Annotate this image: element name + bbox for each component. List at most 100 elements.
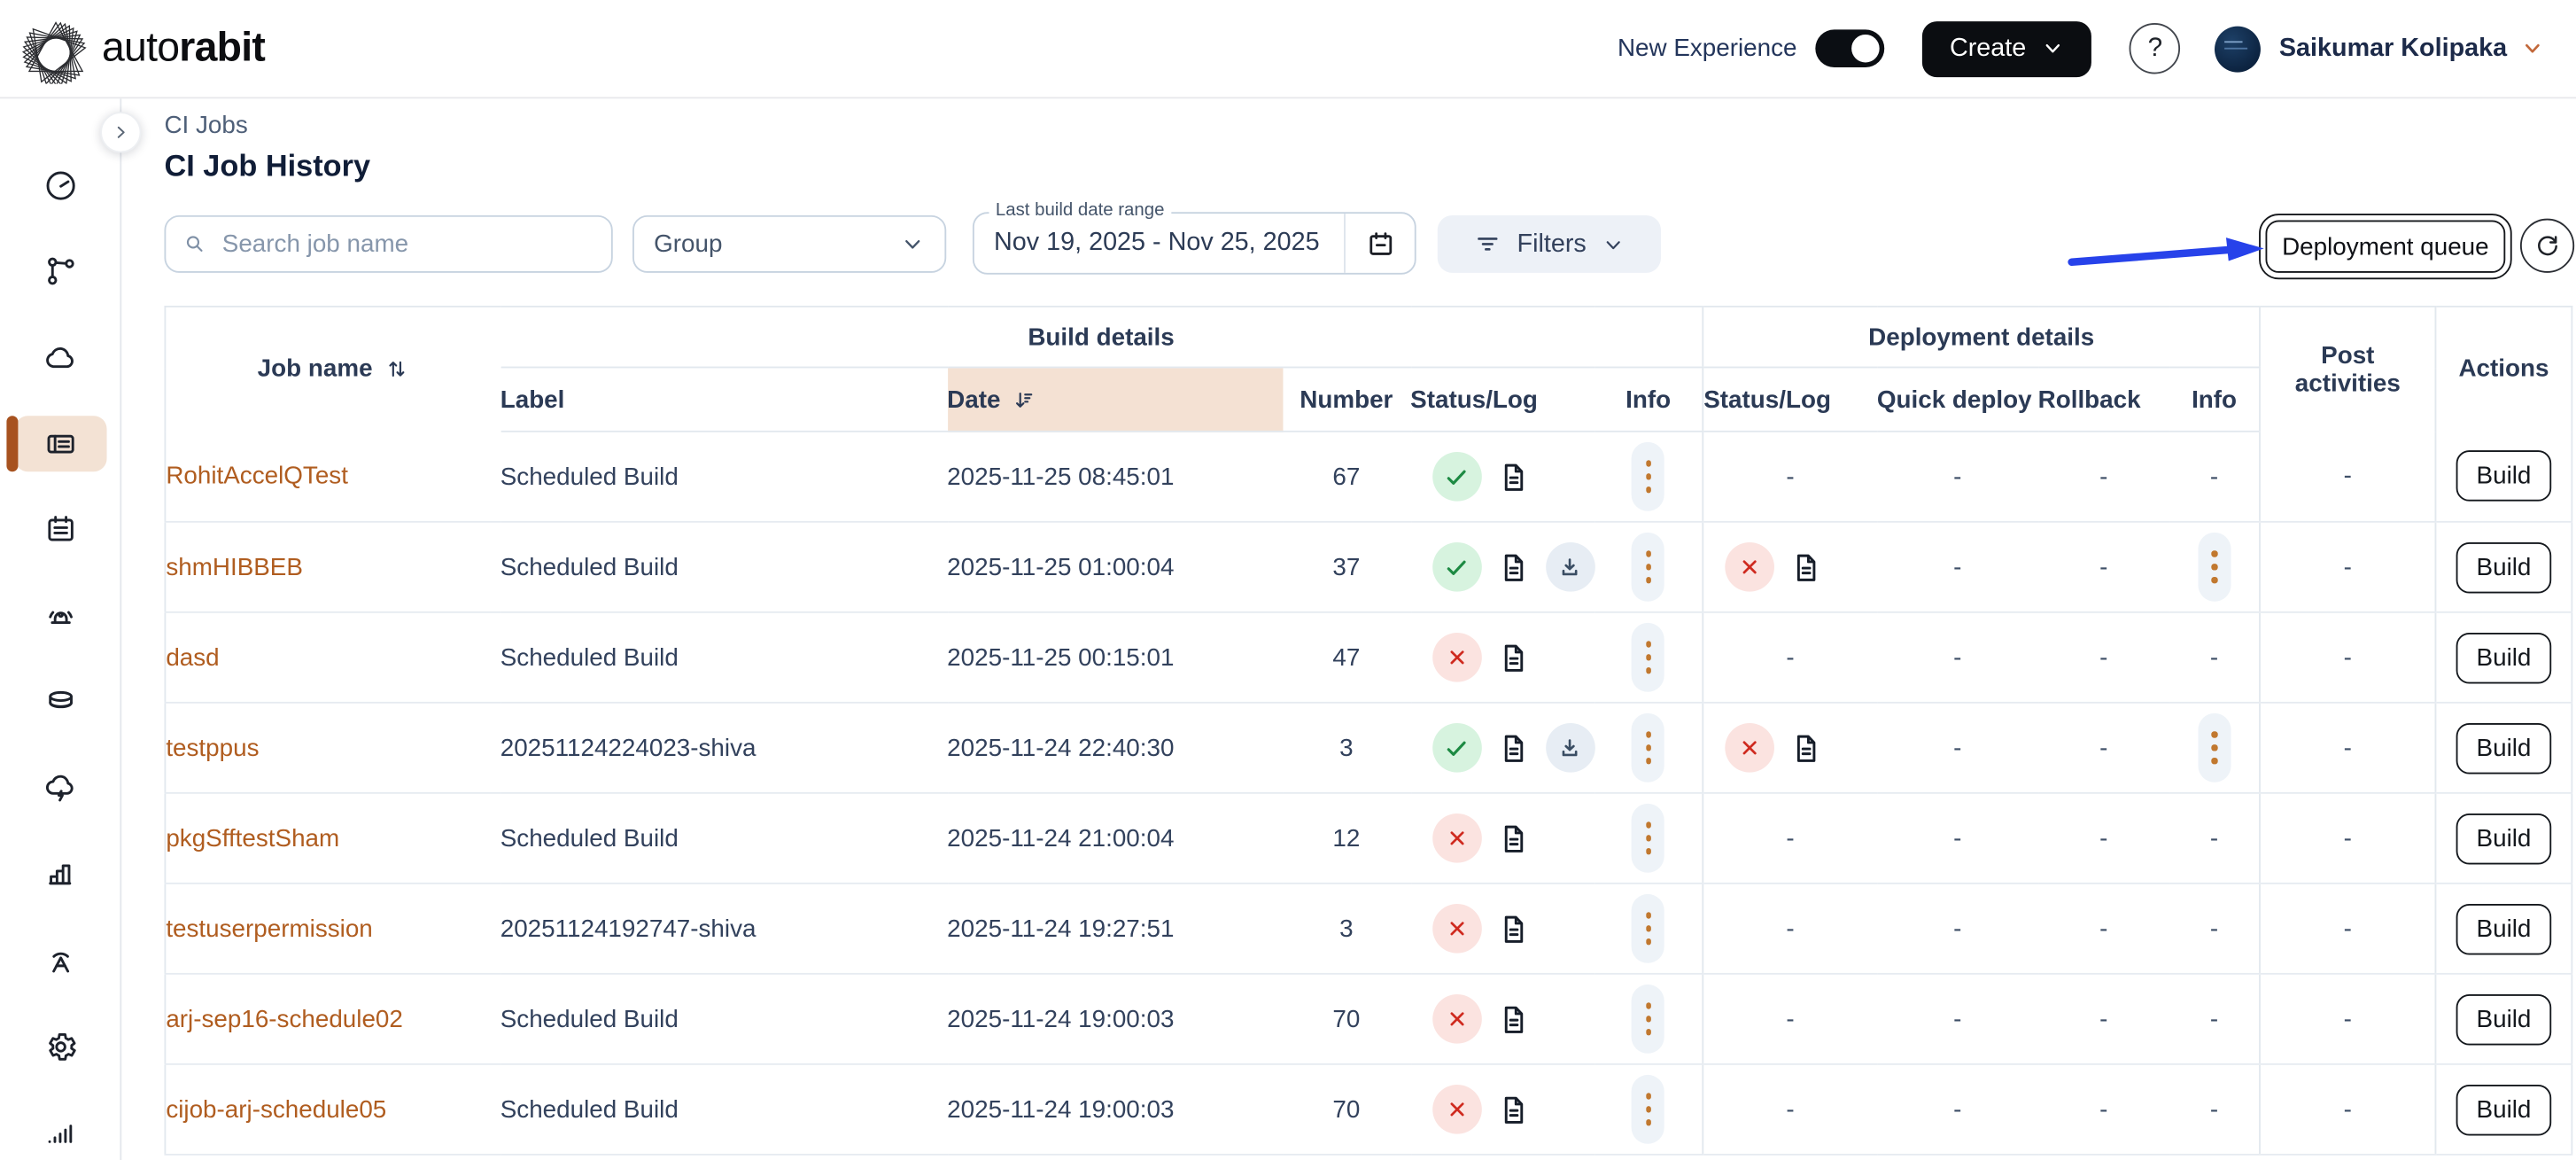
empty-value: - (1786, 824, 1795, 852)
build-log-icon[interactable] (1496, 640, 1531, 674)
build-button[interactable]: Build (2456, 903, 2552, 954)
job-name-link[interactable]: pkgSfftestSham (166, 824, 339, 852)
build-status-cell (1410, 883, 1594, 975)
build-button[interactable]: Build (2456, 450, 2552, 502)
job-name-link[interactable]: RohitAccelQTest (166, 463, 348, 491)
build-button[interactable]: Build (2456, 813, 2552, 864)
build-more-options-icon[interactable] (1632, 441, 1665, 511)
column-header-job-name[interactable]: Job name (165, 307, 500, 432)
build-log-icon[interactable] (1496, 730, 1531, 765)
deployment-queue-button[interactable]: Deployment queue (2259, 214, 2512, 280)
quick-deploy-cell: - (1876, 883, 2038, 975)
post-activities-cell: - (2259, 1063, 2436, 1156)
deployment-status-cell (1702, 702, 1877, 794)
sidebar-item-dashboard[interactable] (14, 158, 106, 213)
job-name-link[interactable]: shmHIBBEB (166, 553, 303, 581)
empty-value: - (1786, 643, 1795, 672)
siren-icon (48, 611, 73, 624)
sidebar-item-ci-jobs[interactable] (5, 416, 106, 473)
build-more-options-icon[interactable] (1632, 712, 1665, 782)
build-label-cell: Scheduled Build (500, 1063, 948, 1156)
sidebar-item-database[interactable] (14, 674, 106, 729)
sidebar-item-cloud-sync[interactable] (14, 761, 106, 816)
build-log-icon[interactable] (1496, 549, 1531, 584)
build-more-options-icon[interactable] (1632, 622, 1665, 692)
search-job-input[interactable] (219, 228, 595, 261)
build-log-icon[interactable] (1496, 459, 1531, 494)
deployment-status-cell: - (1702, 431, 1877, 523)
job-name-link[interactable]: arj-sep16-schedule02 (166, 1005, 403, 1033)
chevron-down-icon (905, 240, 920, 249)
build-log-icon[interactable] (1496, 911, 1531, 946)
sidebar-item-alerts[interactable] (14, 588, 106, 643)
column-header-build-status-log: Status/Log (1410, 367, 1594, 432)
ci-job-history-table: Job name Build details Deployment detail… (164, 305, 2573, 1156)
build-button[interactable]: Build (2456, 1084, 2552, 1135)
deployment-more-options-icon[interactable] (2198, 712, 2231, 782)
quick-deploy-cell: - (1876, 792, 2038, 884)
quick-deploy-cell: - (1876, 702, 2038, 794)
job-name-link[interactable]: dasd (166, 643, 219, 672)
build-log-icon[interactable] (1496, 821, 1531, 855)
rollback-cell: - (2037, 611, 2169, 704)
sidebar-collapse-button[interactable] (100, 112, 142, 153)
sidebar-item-reports[interactable] (14, 847, 106, 902)
status-failed-icon (1432, 1085, 1481, 1134)
download-log-icon[interactable] (1545, 723, 1594, 773)
calendar-picker-button[interactable] (1344, 214, 1415, 273)
build-info-cell (1594, 431, 1703, 523)
sidebar-item-calendar[interactable] (14, 502, 106, 557)
brand-logo[interactable]: autorabit (21, 14, 266, 83)
build-button[interactable]: Build (2456, 541, 2552, 593)
build-button[interactable]: Build (2456, 993, 2552, 1045)
build-more-options-icon[interactable] (1632, 893, 1665, 963)
build-more-options-icon[interactable] (1632, 984, 1665, 1054)
build-number-cell: 37 (1282, 521, 1411, 613)
empty-value: - (2343, 915, 2352, 943)
build-button[interactable]: Build (2456, 722, 2552, 774)
sidebar-item-cloud[interactable] (14, 330, 106, 385)
deployment-status-cell: - (1702, 973, 1877, 1065)
database-icon (48, 691, 73, 709)
job-name-link[interactable]: testuserpermission (166, 915, 372, 943)
build-success-icon (1432, 723, 1481, 773)
refresh-button[interactable] (2519, 218, 2575, 273)
deployment-more-options-icon[interactable] (2198, 532, 2231, 602)
build-log-icon[interactable] (1496, 1001, 1531, 1036)
build-more-options-icon[interactable] (1632, 532, 1665, 602)
sidebar-item-broadcast[interactable] (14, 933, 106, 988)
column-header-date[interactable]: Date (947, 367, 1283, 432)
user-menu-chevron-icon[interactable] (2522, 38, 2543, 59)
build-success-icon (1432, 542, 1481, 592)
new-experience-toggle[interactable] (1814, 29, 1884, 68)
deployment-info-cell (2169, 521, 2261, 613)
app-viewport: autorabit New Experience Create ? Saikum… (0, 0, 2576, 1160)
build-date-cell: 2025-11-24 19:27:51 (947, 883, 1283, 975)
build-more-options-icon[interactable] (1632, 1074, 1665, 1144)
deployment-log-icon[interactable] (1789, 549, 1824, 584)
help-button[interactable]: ? (2130, 22, 2181, 74)
deployment-log-icon[interactable] (1789, 730, 1824, 765)
create-button[interactable]: Create (1921, 20, 2092, 77)
chevron-down-icon (1605, 240, 1620, 249)
job-name-link[interactable]: cijob-arj-schedule05 (166, 1095, 386, 1124)
user-avatar[interactable] (2215, 25, 2262, 72)
build-button[interactable]: Build (2456, 632, 2552, 683)
breadcrumb[interactable]: CI Jobs (164, 112, 247, 140)
sidebar-item-usage[interactable] (14, 1105, 106, 1160)
quick-deploy-cell: - (1876, 521, 2038, 613)
group-select[interactable]: Group (632, 214, 947, 273)
build-label-cell: Scheduled Build (500, 431, 948, 523)
sidebar-item-version-control[interactable] (14, 244, 106, 299)
empty-value: - (2099, 1005, 2108, 1033)
build-log-icon[interactable] (1496, 1092, 1531, 1126)
build-more-options-icon[interactable] (1632, 803, 1665, 873)
build-date-cell: 2025-11-25 00:15:01 (947, 611, 1283, 704)
download-log-icon[interactable] (1545, 542, 1594, 592)
filters-button[interactable]: Filters (1437, 214, 1662, 273)
date-range-field[interactable]: Last build date range Nov 19, 2025 - Nov… (972, 200, 1416, 275)
sort-both-icon[interactable] (384, 357, 409, 382)
column-header-build-info: Info (1594, 367, 1703, 432)
sidebar-item-settings[interactable] (14, 1019, 106, 1074)
job-name-link[interactable]: testppus (166, 734, 259, 762)
